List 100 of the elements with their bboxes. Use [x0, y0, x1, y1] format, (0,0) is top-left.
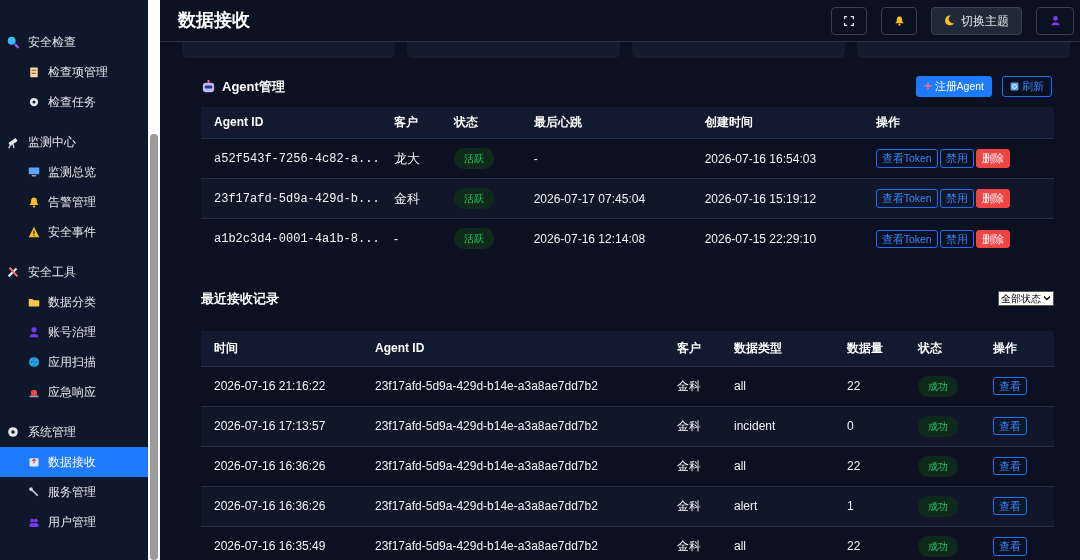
sidebar-group[interactable]: 安全工具 [0, 257, 148, 287]
user-button[interactable] [1036, 6, 1074, 35]
sidebar-item[interactable]: 数据接收 [0, 447, 148, 477]
column-header: 客户 [664, 331, 721, 367]
view-button[interactable]: 查看 [993, 416, 1027, 436]
sidebar-item[interactable]: 应用扫描 [0, 347, 148, 377]
table-cell: 23f17afd-5d9a-429d-b... [201, 178, 381, 219]
delete-button[interactable]: 删除 [975, 189, 1010, 208]
table-cell: 金科 [380, 178, 441, 219]
status-badge: 活跃 [453, 188, 494, 210]
view-token-button[interactable]: 查看Token [875, 189, 938, 208]
bell-icon [28, 196, 40, 208]
status-badge: 活跃 [453, 228, 494, 250]
sidebar-item[interactable]: 账号治理 [0, 317, 148, 347]
refresh-button[interactable]: 刷新 [1002, 76, 1052, 97]
sidebar-group[interactable]: 系统管理 [0, 417, 148, 447]
status-badge: 成功 [918, 375, 958, 397]
refresh-icon [1010, 81, 1019, 91]
register-button[interactable]: 注册Agent [915, 76, 992, 97]
view-button[interactable]: 查看 [993, 496, 1027, 516]
section-title: 最近接收记录 [201, 289, 280, 308]
table-cell: - [380, 218, 441, 259]
person-icon [28, 326, 40, 338]
status-badge: 成功 [918, 535, 958, 557]
view-button[interactable]: 查看 [993, 537, 1027, 556]
sidebar-item[interactable]: 数据分类 [0, 287, 148, 317]
column-header: 操作 [980, 331, 1054, 367]
view-button[interactable]: 查看 [993, 376, 1027, 396]
sidebar-group[interactable]: 安全检查 [0, 27, 148, 57]
disable-button[interactable]: 禁用 [939, 189, 974, 208]
sidebar-item[interactable]: 应急响应 [0, 377, 148, 407]
sidebar-item[interactable]: 服务管理 [0, 477, 148, 507]
notification-button[interactable] [881, 6, 917, 35]
folder-icon [28, 296, 40, 308]
monitor-icon [28, 166, 40, 178]
magnifier-icon [6, 35, 20, 49]
sidebar-item[interactable]: 检查项管理 [0, 57, 148, 87]
moon-icon [944, 15, 955, 26]
column-header: 客户 [380, 106, 441, 139]
column-header: 数据量 [834, 331, 905, 367]
disable-button[interactable]: 禁用 [939, 229, 974, 249]
fullscreen-icon [844, 15, 854, 26]
column-header: 最后心跳 [520, 106, 692, 139]
view-button[interactable]: 查看 [993, 456, 1027, 476]
table-cell: 0 [834, 406, 905, 447]
view-token-button[interactable]: 查看Token [875, 149, 938, 168]
column-header: 创建时间 [691, 106, 863, 139]
sidebar-item[interactable]: 检查任务 [0, 87, 148, 117]
sidebar-item[interactable]: 监测总览 [0, 157, 148, 187]
table-cell: 23f17afd-5d9a-429d-b14e-a3a8ae7dd7b2 [362, 406, 664, 447]
view-token-button[interactable]: 查看Token [875, 229, 938, 249]
person-icon [1049, 15, 1061, 26]
table-cell: 2026-07-16 15:19:12 [691, 178, 863, 219]
table-cell: 金科 [664, 406, 721, 447]
column-header: Agent ID [362, 331, 664, 367]
plus-icon [923, 82, 932, 91]
gear-icon [6, 425, 20, 439]
table-cell: incident [721, 406, 834, 447]
inbox-icon [28, 456, 40, 468]
theme-button[interactable]: 切换主题 [931, 6, 1022, 35]
table-cell: 22 [834, 526, 905, 560]
clipboard-icon [28, 66, 40, 78]
table-cell: 2026-07-16 12:14:08 [520, 218, 692, 259]
table-cell: 2026-07-15 22:29:10 [691, 218, 863, 259]
table-cell: 2026-07-16 16:35:49 [201, 526, 362, 560]
table-cell: 2026-07-16 16:36:26 [201, 486, 362, 527]
disable-button[interactable]: 禁用 [939, 149, 974, 168]
table-cell: a1b2c3d4-0001-4a1b-8... [201, 218, 381, 259]
table-cell: alert [721, 486, 834, 527]
scrollbar-thumb[interactable] [150, 134, 158, 560]
table-cell: 金科 [664, 486, 721, 527]
column-header: 状态 [905, 331, 980, 367]
bell-icon [893, 15, 905, 26]
table-cell: 23f17afd-5d9a-429d-b14e-a3a8ae7dd7b2 [362, 486, 664, 527]
column-header: 数据类型 [721, 331, 834, 367]
tools-icon [6, 265, 20, 279]
table-cell: 2026-07-17 07:45:04 [520, 178, 692, 219]
column-header: 时间 [201, 331, 362, 367]
sidebar-item[interactable]: 安全事件 [0, 217, 148, 247]
status-badge: 成功 [918, 455, 958, 477]
status-badge: 成功 [918, 415, 958, 437]
table-cell: 金科 [664, 526, 721, 560]
status-badge: 成功 [918, 495, 958, 517]
table-cell: all [721, 526, 834, 560]
globe-icon [28, 356, 40, 368]
table-cell: 2026-07-16 17:13:57 [201, 406, 362, 447]
fullscreen-button[interactable] [831, 6, 867, 35]
delete-button[interactable]: 删除 [975, 229, 1010, 249]
wrench-icon [28, 486, 40, 498]
column-header: 状态 [440, 106, 521, 139]
people-icon [28, 516, 40, 528]
delete-button[interactable]: 删除 [975, 149, 1010, 168]
page-title: 数据接收 [178, 9, 251, 32]
sidebar-group[interactable]: 监测中心 [0, 127, 148, 157]
sidebar-item[interactable]: 告警管理 [0, 187, 148, 217]
telescope-icon [6, 135, 20, 149]
warning-icon [28, 226, 40, 238]
status-filter[interactable]: 全部状态 [998, 290, 1054, 306]
robot-icon [201, 78, 216, 94]
sidebar-item[interactable]: 用户管理 [0, 507, 148, 537]
